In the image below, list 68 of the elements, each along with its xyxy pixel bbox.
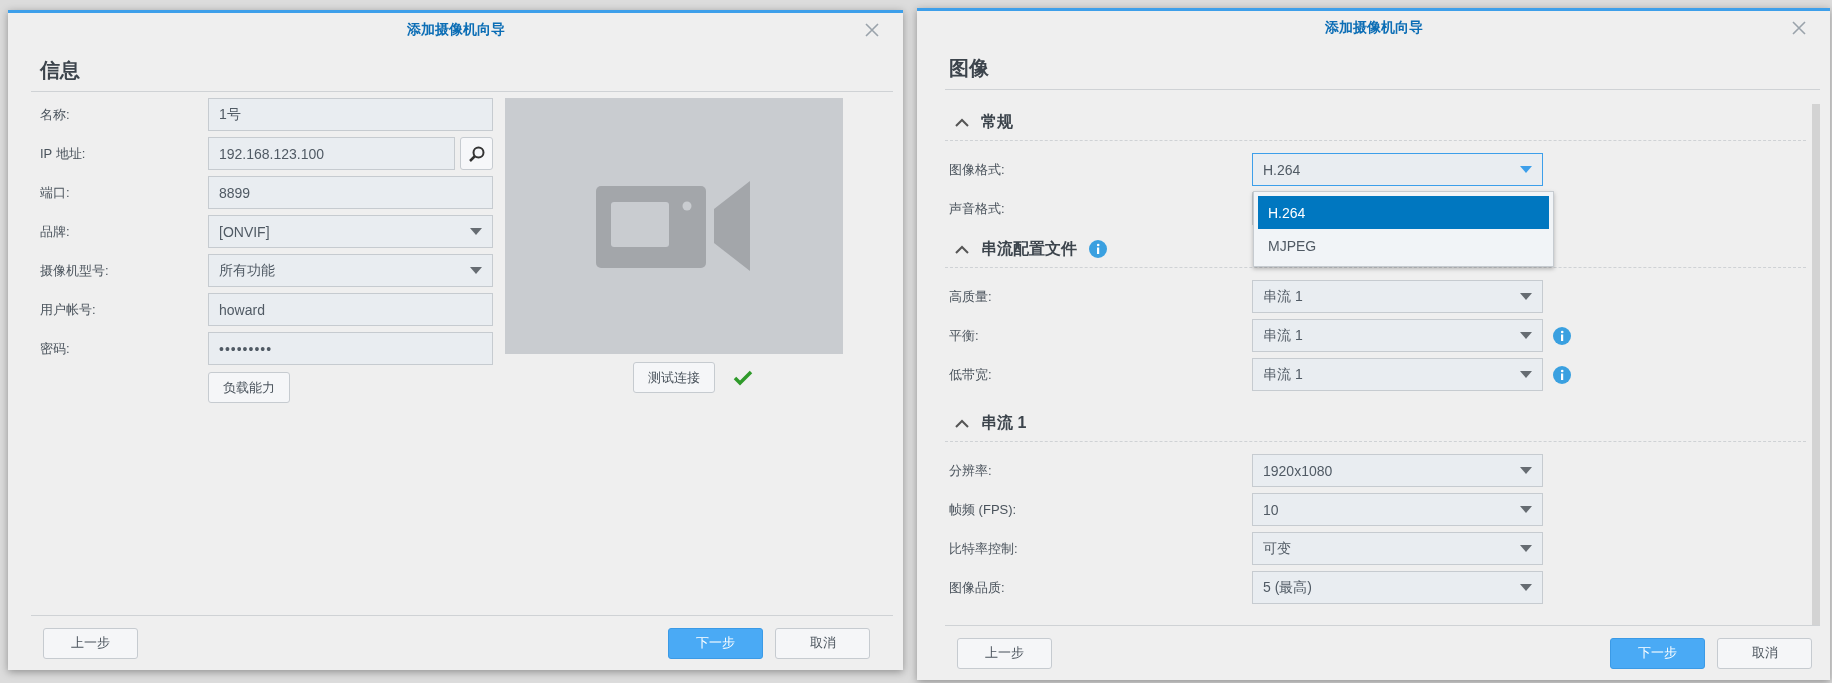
field-label: 图像格式: bbox=[949, 160, 1006, 179]
chevron-icon[interactable] bbox=[955, 418, 969, 428]
input-field[interactable]: 192.168.123.100 bbox=[208, 137, 455, 170]
info-icon[interactable] bbox=[1089, 240, 1107, 258]
capability-button[interactable]: 负载能力 bbox=[208, 372, 290, 403]
camera-icon bbox=[596, 179, 752, 273]
field-label: 低带宽: bbox=[949, 365, 993, 384]
field-label: 平衡: bbox=[949, 326, 980, 345]
caret-icon bbox=[1520, 506, 1532, 513]
checkmark-icon bbox=[733, 369, 753, 386]
chevron-icon[interactable] bbox=[955, 117, 969, 127]
select-field[interactable]: 串流 1 bbox=[1252, 319, 1543, 352]
dialog-title: 添加摄像机向导 bbox=[406, 21, 505, 39]
dialog-button[interactable]: 上一步 bbox=[43, 627, 138, 659]
caret-icon bbox=[470, 267, 482, 274]
caret-icon bbox=[1520, 332, 1532, 339]
section-title: 串流配置文件 bbox=[981, 238, 1077, 259]
section-title: 常规 bbox=[981, 111, 1013, 132]
field-label: 帧频 (FPS): bbox=[949, 500, 1018, 519]
select-field[interactable]: 串流 1 bbox=[1252, 358, 1543, 391]
caret-icon bbox=[1520, 293, 1532, 300]
search-button[interactable] bbox=[460, 137, 493, 170]
select-field[interactable]: 5 (最高) bbox=[1252, 571, 1543, 604]
select-field[interactable]: 1920x1080 bbox=[1252, 454, 1543, 487]
caret-icon bbox=[1520, 584, 1532, 591]
field-label: 分辨率: bbox=[949, 461, 993, 480]
field-label: IP 地址: bbox=[40, 144, 87, 163]
select-field[interactable]: 所有功能 bbox=[208, 254, 493, 287]
select-field[interactable]: 串流 1 bbox=[1252, 280, 1543, 313]
select-field[interactable]: 10 bbox=[1252, 493, 1543, 526]
field-label: 比特率控制: bbox=[949, 539, 1019, 558]
field-label: 声音格式: bbox=[949, 199, 1006, 218]
dropdown-option[interactable]: H.264 bbox=[1258, 196, 1549, 229]
field-label: 图像品质: bbox=[949, 578, 1006, 597]
dialog-button[interactable]: 上一步 bbox=[957, 637, 1052, 669]
section-title: 串流 1 bbox=[981, 412, 1027, 433]
field-label: 摄像机型号: bbox=[40, 261, 110, 280]
select-field[interactable]: 可变 bbox=[1252, 532, 1543, 565]
close-icon[interactable] bbox=[865, 23, 879, 37]
field-label: 品牌: bbox=[40, 222, 71, 241]
dialog-button[interactable]: 取消 bbox=[775, 627, 870, 659]
page-heading: 信息 bbox=[40, 59, 80, 81]
password-field[interactable]: ••••••••• bbox=[208, 332, 493, 365]
field-label: 名称: bbox=[40, 105, 71, 124]
dialog-title: 添加摄像机向导 bbox=[1324, 19, 1423, 37]
close-icon[interactable] bbox=[1792, 21, 1806, 35]
input-field[interactable]: howard bbox=[208, 293, 493, 326]
field-label: 密码: bbox=[40, 339, 71, 358]
caret-icon bbox=[1520, 467, 1532, 474]
caret-icon bbox=[470, 228, 482, 235]
chevron-icon[interactable] bbox=[955, 244, 969, 254]
dialog-button[interactable]: 取消 bbox=[1717, 637, 1812, 669]
field-label: 端口: bbox=[40, 183, 71, 202]
scrollbar[interactable] bbox=[1812, 104, 1820, 625]
test-connection-button[interactable]: 测试连接 bbox=[633, 362, 715, 393]
caret-icon bbox=[1520, 545, 1532, 552]
caret-icon bbox=[1520, 166, 1532, 173]
caret-icon bbox=[1520, 371, 1532, 378]
field-label: 高质量: bbox=[949, 287, 993, 306]
info-icon[interactable] bbox=[1553, 365, 1571, 384]
info-icon[interactable] bbox=[1553, 326, 1571, 345]
search-icon bbox=[467, 144, 486, 163]
dropdown-option[interactable]: MJPEG bbox=[1258, 229, 1549, 262]
select-field[interactable]: [ONVIF] bbox=[208, 215, 493, 248]
page-heading: 图像 bbox=[949, 57, 989, 79]
input-field[interactable]: 8899 bbox=[208, 176, 493, 209]
field-label: 用户帐号: bbox=[40, 300, 97, 319]
input-field[interactable]: 1号 bbox=[208, 98, 493, 131]
